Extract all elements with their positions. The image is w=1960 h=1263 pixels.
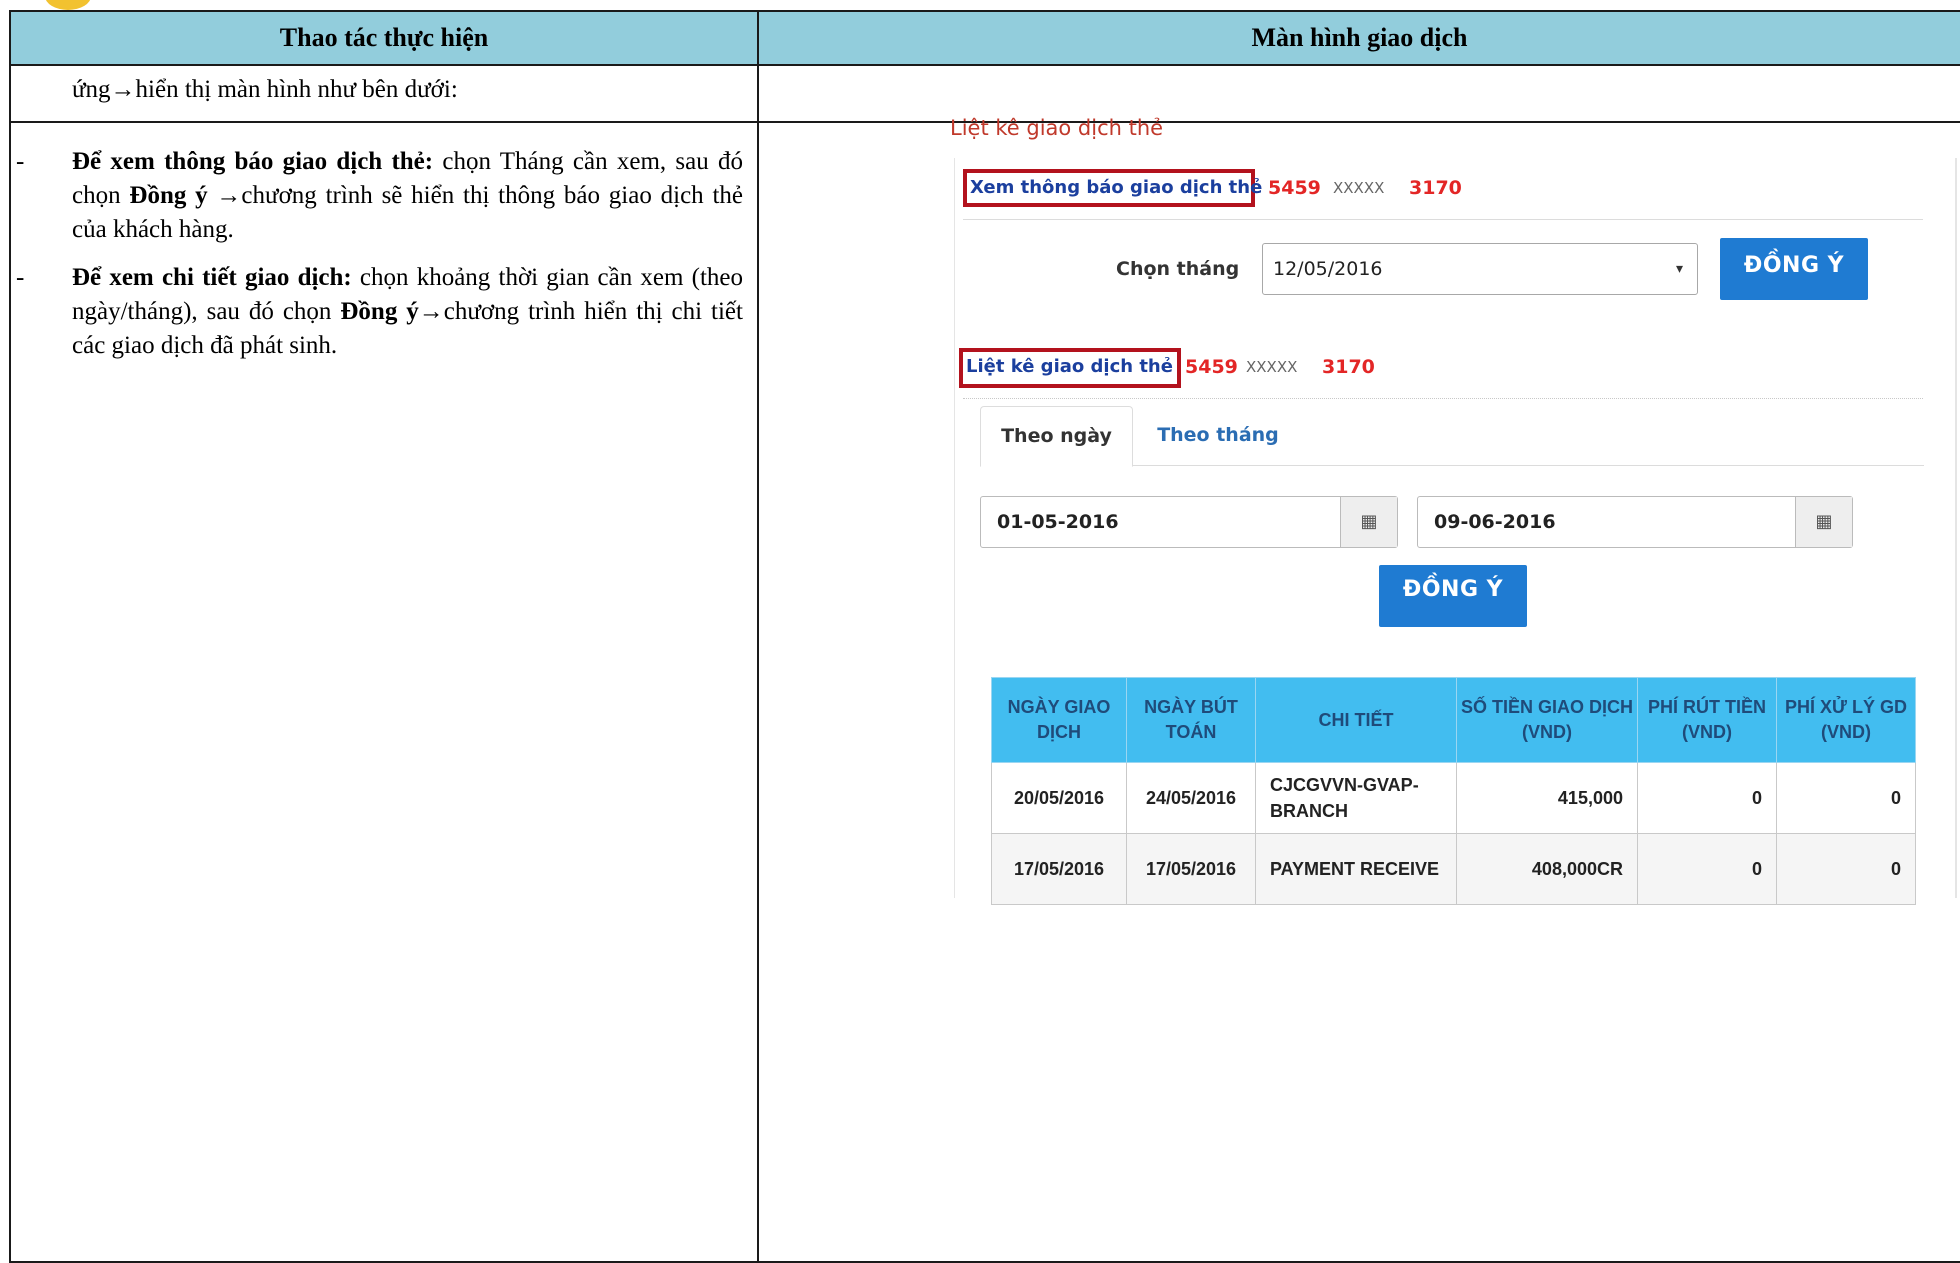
cell-posting-date: 24/05/2016 <box>1126 762 1256 834</box>
column-header: NGÀY GIAO DỊCH <box>991 677 1127 763</box>
instruction-keyword: Đồng ý <box>340 298 419 325</box>
column-header-actions: Thao tác thực hiện <box>9 10 759 66</box>
section-title: Liệt kê giao dịch thẻ <box>950 116 1164 140</box>
month-select[interactable]: 12/05/2016 ▾ <box>1262 243 1698 295</box>
calendar-icon[interactable]: ▦ <box>1795 497 1852 547</box>
column-header-screen: Màn hình giao dịch <box>757 10 1960 66</box>
cell-detail: CJCGVVN-GVAP-BRANCH <box>1255 762 1457 834</box>
cell-detail: PAYMENT RECEIVE <box>1255 833 1457 905</box>
table-row: 17/05/2016 17/05/2016 PAYMENT RECEIVE 40… <box>991 833 1916 905</box>
notice-header: Xem thông báo giao dịch thẻ <box>963 169 1262 207</box>
cell-processing-fee: 0 <box>1776 762 1916 834</box>
cell-processing-fee: 0 <box>1776 833 1916 905</box>
instruction-list: - Để xem thông báo giao dịch thẻ: chọn Th… <box>11 123 757 363</box>
transaction-table: NGÀY GIAO DỊCH NGÀY BÚT TOÁN CHI TIẾT SỐ… <box>991 677 1916 905</box>
column-header: CHI TIẾT <box>1255 677 1457 763</box>
card-number-mask: XXXXX <box>1333 179 1385 197</box>
column-header: SỐ TIỀN GIAO DỊCH (VND) <box>1456 677 1638 763</box>
divider <box>963 219 1923 220</box>
instruction-item: - Để xem thông báo giao dịch thẻ: chọn Th… <box>16 145 743 247</box>
month-value: 12/05/2016 <box>1273 258 1383 280</box>
to-date-value: 09-06-2016 <box>1434 511 1556 533</box>
card-number-last: 3170 <box>1409 177 1462 199</box>
cell-transaction-date: 20/05/2016 <box>991 762 1127 834</box>
cell-transaction-date: 17/05/2016 <box>991 833 1127 905</box>
cell-withdraw-fee: 0 <box>1637 762 1777 834</box>
cell-withdraw-fee: 0 <box>1637 833 1777 905</box>
list-ok-button[interactable]: ĐỒNG Ý <box>1379 565 1527 627</box>
cell-amount: 408,000CR <box>1456 833 1638 905</box>
calendar-icon[interactable]: ▦ <box>1340 497 1397 547</box>
to-date-input[interactable]: 09-06-2016 ▦ <box>1417 496 1853 548</box>
cell-amount: 415,000 <box>1456 762 1638 834</box>
transaction-screen: Liệt kê giao dịch thẻ Xem thông báo giao… <box>950 114 1957 905</box>
list-header: Liệt kê giao dịch thẻ <box>959 348 1181 388</box>
bullet-dash: - <box>16 264 25 291</box>
from-date-input[interactable]: 01-05-2016 ▦ <box>980 496 1398 548</box>
card-number-mask: XXXXX <box>1246 358 1298 376</box>
instruction-item: - Để xem chi tiết giao dịch: chọn khoảng … <box>16 261 743 363</box>
column-header: PHÍ RÚT TIỀN (VND) <box>1637 677 1777 763</box>
table-header-row: NGÀY GIAO DỊCH NGÀY BÚT TOÁN CHI TIẾT SỐ… <box>991 677 1916 763</box>
instruction-title: Để xem chi tiết giao dịch: <box>72 264 352 291</box>
month-label: Chọn tháng <box>1116 258 1240 280</box>
column-header: NGÀY BÚT TOÁN <box>1126 677 1256 763</box>
card-number-first: 5459 <box>1185 356 1238 378</box>
instruction-keyword: Đồng ý <box>129 182 208 209</box>
logo-mark <box>45 0 91 10</box>
divider <box>963 398 1923 399</box>
card-number-first: 5459 <box>1268 177 1321 199</box>
tab-by-month[interactable]: Theo tháng <box>1143 406 1293 465</box>
cell-posting-date: 17/05/2016 <box>1126 833 1256 905</box>
bullet-dash: - <box>16 148 25 175</box>
card-number-last: 3170 <box>1322 356 1375 378</box>
continuation-text: ứng→hiển thị màn hình như bên dưới: <box>72 76 458 103</box>
from-date-value: 01-05-2016 <box>997 511 1119 533</box>
instruction-title: Để xem thông báo giao dịch thẻ: <box>72 148 434 175</box>
chevron-down-icon: ▾ <box>1675 261 1683 277</box>
table-row: 20/05/2016 24/05/2016 CJCGVVN-GVAP-BRANC… <box>991 762 1916 834</box>
tab-by-day[interactable]: Theo ngày <box>980 406 1133 467</box>
column-header: PHÍ XỬ LÝ GD (VND) <box>1776 677 1916 763</box>
notice-ok-button[interactable]: ĐỒNG Ý <box>1720 238 1868 300</box>
